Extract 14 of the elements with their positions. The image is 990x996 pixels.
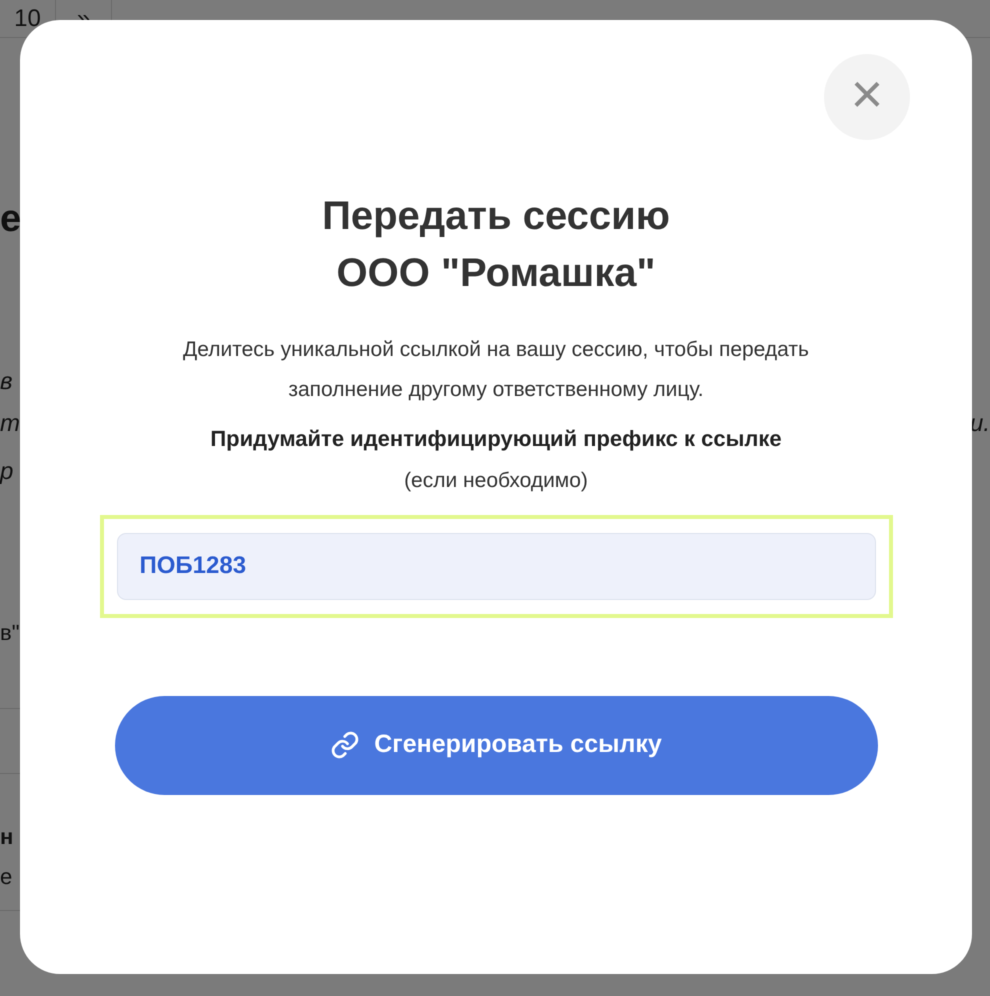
dialog-title: Передать сессию ООО "Ромашка"	[322, 193, 670, 297]
text-fragment: в"	[0, 622, 20, 644]
field-label: Придумайте идентифицирующий префикс к ссылке	[210, 425, 782, 453]
text-fragment: е	[0, 200, 22, 238]
text-fragment: е	[0, 866, 12, 888]
generate-link-button[interactable]: Сгенерировать ссылку	[114, 696, 878, 794]
description-text: Делитесь уникальной ссылкой на вашу сессию, чтобы передать заполнение другому ответственному лицу.	[182, 337, 810, 403]
text-fragment: т	[0, 412, 20, 436]
text-fragment: в	[0, 370, 13, 394]
field-hint: (если необходимо)	[404, 468, 588, 494]
link-icon	[330, 730, 360, 760]
close-button[interactable]: ×	[824, 54, 910, 140]
text-fragment: н	[0, 826, 14, 848]
prefix-field[interactable]: ПОБ1283	[116, 532, 876, 600]
